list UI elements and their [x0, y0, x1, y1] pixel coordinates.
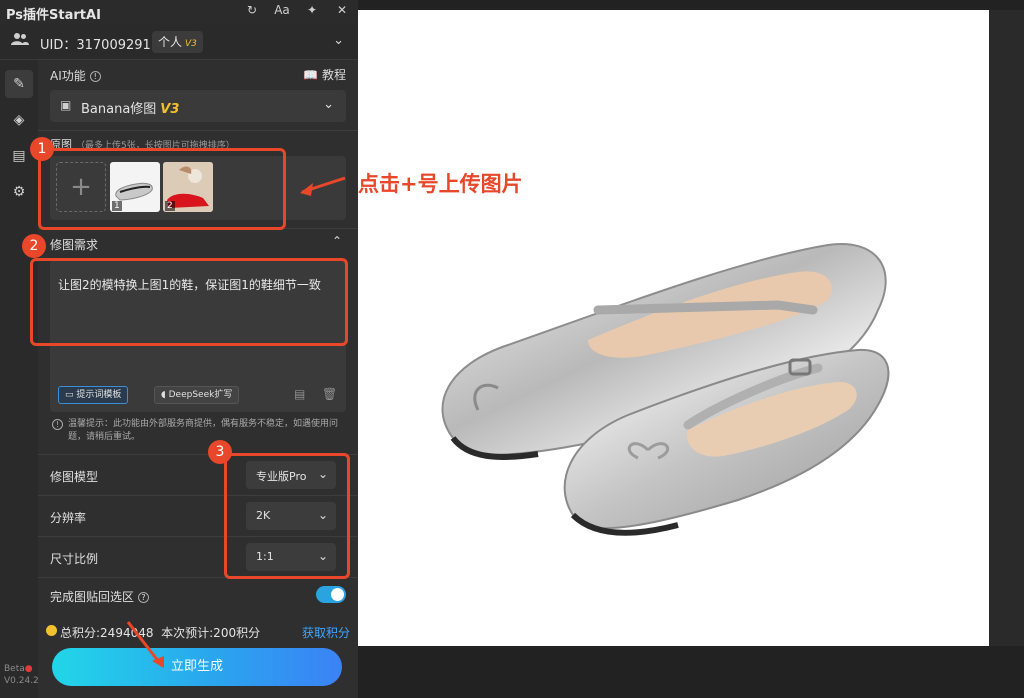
chevron-up-icon[interactable]: ⌃ — [332, 234, 342, 248]
paste-back-row: 完成图贴回选区? — [38, 577, 358, 611]
document-canvas[interactable] — [358, 10, 989, 646]
plan-badge: 个人 V3 — [152, 31, 203, 53]
annotation-number-1: 1 — [30, 137, 54, 161]
user-bar: UID：317009291 个人 V3 ⌄ — [0, 24, 358, 60]
window-title: Ps插件StartAI — [6, 8, 101, 23]
book-icon: 📖 — [303, 68, 319, 82]
info-icon[interactable]: ! — [89, 71, 101, 82]
settings-icon[interactable]: ⚙ — [5, 178, 33, 206]
generate-button[interactable]: 立即生成 — [52, 648, 342, 686]
get-points-link[interactable]: 获取积分 — [302, 624, 350, 641]
feature-select[interactable]: ▣ Banana修图 V3 ⌄ — [50, 90, 346, 122]
clipboard-icon[interactable]: ▤ — [5, 142, 33, 170]
paste-back-toggle[interactable] — [316, 586, 346, 603]
annotation-box-options — [224, 453, 350, 579]
beta-label: Beta — [4, 664, 25, 674]
requirement-label: 修图需求 — [50, 238, 99, 252]
image-icon: ▣ — [60, 98, 72, 112]
ai-feature-label: AI功能! — [50, 67, 101, 84]
feature-value: Banana修图 — [81, 102, 157, 117]
info-icon: ! — [52, 419, 63, 430]
annotation-box-upload — [38, 148, 286, 230]
annotation-upload-tip: 点击+号上传图片 — [358, 172, 523, 196]
notice: ! 温馨提示：此功能由外部服务商提供，偶有服务不稳定，如遇使用问题，请稍后重试。 — [50, 418, 346, 444]
whale-icon: ◖ — [161, 390, 166, 400]
annotation-number-3: 3 — [208, 440, 232, 464]
version-info: Beta● V0.24.2 — [4, 664, 39, 686]
version-number: V0.24.2 — [4, 676, 39, 686]
prompt-template-button[interactable]: ▭ 提示词模板 — [58, 386, 129, 404]
shoes-photo — [441, 243, 890, 536]
plan-label: 个人 — [158, 35, 183, 49]
user-id: UID：317009291 — [40, 38, 151, 53]
notice-text: 温馨提示：此功能由外部服务商提供，偶有服务不稳定，如遇使用问题，请稍后重试。 — [68, 419, 339, 442]
pin-icon[interactable]: ✦ — [304, 3, 320, 17]
history-icon[interactable]: ▤ — [294, 387, 305, 401]
refresh-icon[interactable]: ↻ — [244, 3, 260, 17]
trash-icon[interactable]: 🗑 — [322, 387, 337, 401]
points-row: 总积分:2494048 本次预计:200积分 获取积分 — [38, 620, 358, 644]
title-bar: Ps插件StartAI ↻ Aa ✦ ✕ — [0, 0, 358, 24]
plugin-panel: Ps插件StartAI ↻ Aa ✦ ✕ UID：317009291 个人 V3 … — [0, 0, 358, 698]
divider — [38, 130, 358, 131]
chevron-down-icon[interactable]: ⌄ — [333, 33, 344, 48]
chevron-down-icon: ⌄ — [323, 97, 334, 112]
tutorial-link[interactable]: 📖 教程 — [303, 66, 346, 83]
annotation-box-requirement — [30, 258, 348, 346]
canvas-scroll-area — [989, 10, 1024, 646]
users-icon — [11, 32, 29, 50]
annotation-number-2: 2 — [22, 234, 46, 258]
option-label: 尺寸比例 — [50, 552, 99, 566]
close-icon[interactable]: ✕ — [334, 3, 350, 17]
points-text: 总积分:2494048 本次预计:200积分 — [60, 624, 260, 641]
book-icon: ▭ — [65, 390, 74, 400]
coin-icon — [46, 625, 57, 636]
toggle-knob — [331, 588, 344, 601]
total-points: 总积分:2494048 — [60, 626, 154, 640]
option-label: 修图模型 — [50, 470, 99, 484]
feature-version: V3 — [160, 102, 180, 117]
font-size-icon[interactable]: Aa — [274, 3, 290, 17]
edit-tool-icon[interactable]: ✎ — [5, 70, 33, 98]
plan-version: V3 — [185, 39, 197, 49]
option-label: 分辨率 — [50, 511, 87, 525]
info-icon[interactable]: ? — [138, 592, 150, 603]
deepseek-expand-button[interactable]: ◖ DeepSeek扩写 — [154, 386, 240, 404]
estimated-points: 本次预计:200积分 — [161, 626, 261, 640]
layers-icon[interactable]: ◈ — [5, 106, 33, 134]
paste-back-label: 完成图贴回选区? — [50, 588, 150, 605]
